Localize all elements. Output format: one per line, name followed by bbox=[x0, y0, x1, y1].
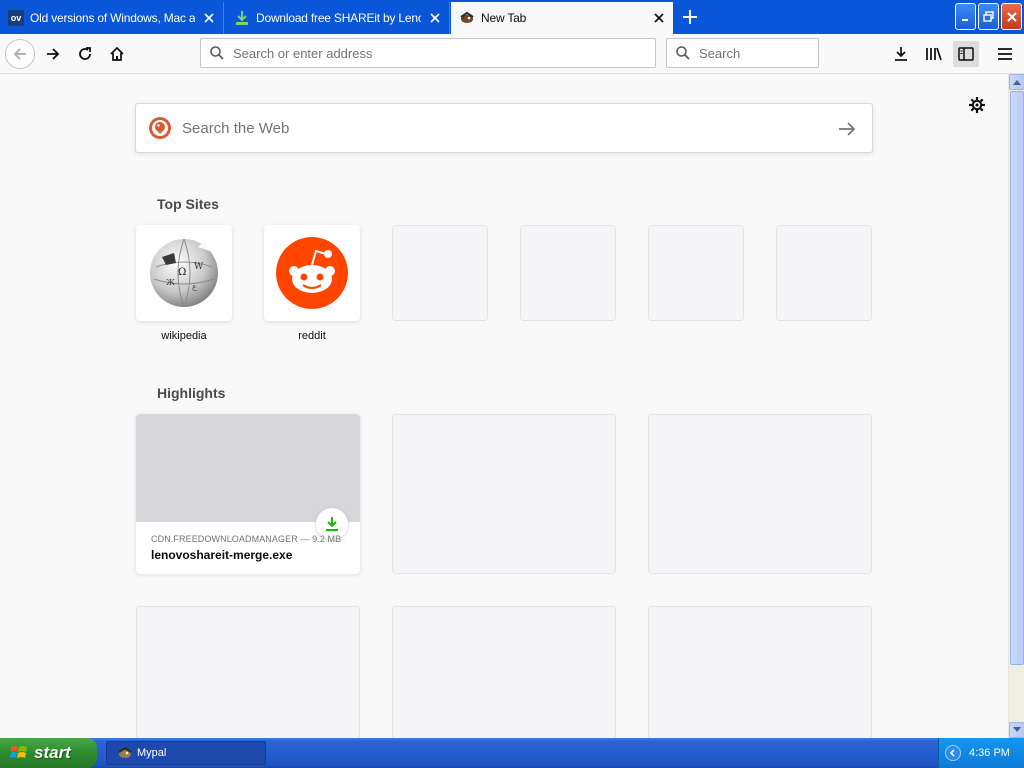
scroll-thumb[interactable] bbox=[1010, 91, 1024, 665]
close-icon[interactable] bbox=[427, 10, 443, 26]
start-label: start bbox=[34, 743, 71, 762]
tab-shareit[interactable]: Download free SHAREit by Lenovo bbox=[226, 2, 450, 34]
wikipedia-globe-icon: Ω W Ж ع bbox=[150, 238, 218, 308]
search-input[interactable] bbox=[699, 45, 809, 61]
restore-button[interactable] bbox=[978, 3, 999, 30]
library-icon bbox=[926, 47, 942, 61]
close-window-button[interactable] bbox=[1001, 3, 1022, 30]
download-favicon-icon bbox=[234, 10, 250, 26]
top-site-tile-wikipedia[interactable]: Ω W Ж ع bbox=[136, 225, 232, 321]
close-icon[interactable] bbox=[201, 10, 217, 26]
chevron-left-icon bbox=[949, 749, 955, 757]
clock[interactable]: 4:36 PM bbox=[969, 747, 1010, 759]
caret-up-icon bbox=[1013, 80, 1021, 85]
highlight-card-empty bbox=[648, 606, 872, 738]
address-bar[interactable] bbox=[200, 38, 656, 68]
new-tab-button[interactable] bbox=[676, 4, 704, 30]
search-icon bbox=[676, 46, 690, 60]
svg-text:Ω: Ω bbox=[178, 267, 186, 278]
mypal-app-icon bbox=[118, 746, 132, 758]
highlight-card-empty bbox=[648, 414, 872, 574]
forward-arrow-icon bbox=[47, 48, 60, 60]
sidebar-toggle-button[interactable] bbox=[953, 41, 979, 67]
address-input[interactable] bbox=[233, 45, 613, 61]
reddit-alien-icon bbox=[276, 237, 348, 309]
svg-text:Ж: Ж bbox=[166, 278, 175, 287]
svg-text:W: W bbox=[194, 262, 204, 272]
tab-old-versions[interactable]: ov Old versions of Windows, Mac and bbox=[0, 2, 224, 34]
ov-favicon-icon: ov bbox=[8, 10, 24, 26]
back-arrow-icon bbox=[13, 48, 26, 60]
minimize-button[interactable] bbox=[955, 3, 976, 30]
highlight-source: CDN.FREEDOWNLOADMANAGER — 9.2 MB bbox=[151, 534, 342, 544]
caret-down-icon bbox=[1013, 727, 1021, 732]
forward-button[interactable] bbox=[38, 39, 68, 69]
top-site-label[interactable]: reddit bbox=[264, 330, 360, 342]
show-hidden-icons-button[interactable] bbox=[945, 745, 961, 761]
top-site-tile-empty[interactable] bbox=[776, 225, 872, 321]
highlight-card-download[interactable]: CDN.FREEDOWNLOADMANAGER — 9.2 MB lenovos… bbox=[136, 414, 360, 574]
mypal-favicon-icon bbox=[459, 10, 475, 26]
downloads-button[interactable] bbox=[888, 41, 914, 67]
tab-title: Old versions of Windows, Mac and bbox=[30, 11, 195, 25]
highlight-card-empty bbox=[392, 414, 616, 574]
top-site-tile-empty[interactable] bbox=[648, 225, 744, 321]
highlight-card-empty bbox=[136, 606, 360, 738]
system-tray: 4:36 PM bbox=[938, 738, 1024, 768]
home-button[interactable] bbox=[102, 39, 132, 69]
top-site-tile-reddit[interactable] bbox=[264, 225, 360, 321]
duckduckgo-icon bbox=[149, 117, 171, 139]
plus-icon bbox=[683, 10, 697, 24]
back-button[interactable] bbox=[5, 39, 35, 69]
download-arrow-icon bbox=[326, 517, 338, 531]
hamburger-menu-icon bbox=[998, 48, 1012, 60]
taskbar-item-label: Mypal bbox=[137, 747, 167, 759]
search-bar[interactable] bbox=[666, 38, 819, 68]
web-search-box[interactable] bbox=[135, 103, 873, 153]
scroll-down-button[interactable] bbox=[1009, 722, 1024, 738]
tab-title: Download free SHAREit by Lenovo bbox=[256, 11, 421, 25]
window-controls bbox=[955, 3, 1022, 30]
search-submit-button[interactable] bbox=[836, 118, 858, 140]
close-icon[interactable] bbox=[651, 10, 667, 26]
download-icon bbox=[895, 47, 907, 61]
menu-button[interactable] bbox=[992, 41, 1018, 67]
highlight-title: lenovoshareit-merge.exe bbox=[151, 548, 293, 562]
start-button[interactable]: start bbox=[0, 738, 97, 768]
windows-flag-icon bbox=[10, 746, 27, 758]
svg-text:ع: ع bbox=[192, 282, 197, 291]
home-icon bbox=[110, 46, 124, 61]
navigation-toolbar bbox=[0, 34, 1024, 74]
top-site-tile-empty[interactable] bbox=[392, 225, 488, 321]
library-button[interactable] bbox=[921, 41, 947, 67]
scroll-up-button[interactable] bbox=[1009, 74, 1024, 90]
top-site-label[interactable]: wikipedia bbox=[136, 330, 232, 342]
page-settings-button[interactable] bbox=[966, 94, 988, 116]
new-tab-page: Top Sites Ω W Ж ع wikipedia bbox=[0, 74, 1008, 738]
top-site-tile-empty[interactable] bbox=[520, 225, 616, 321]
reload-button[interactable] bbox=[70, 39, 100, 69]
tab-title: New Tab bbox=[481, 11, 527, 25]
tab-new-tab[interactable]: New Tab bbox=[451, 2, 673, 34]
sidebar-icon bbox=[958, 47, 974, 61]
tab-strip: ov Old versions of Windows, Mac and Down… bbox=[0, 0, 1024, 34]
top-sites-title: Top Sites bbox=[157, 196, 219, 212]
windows-taskbar: start Mypal 4:36 PM bbox=[0, 738, 1024, 768]
gear-icon bbox=[969, 97, 985, 113]
reload-icon bbox=[79, 47, 91, 60]
vertical-scrollbar[interactable] bbox=[1008, 74, 1024, 738]
highlight-thumbnail bbox=[136, 414, 360, 522]
web-search-input[interactable] bbox=[182, 119, 822, 137]
arrow-right-icon bbox=[839, 122, 856, 136]
search-icon bbox=[210, 46, 224, 60]
taskbar-item-mypal[interactable]: Mypal bbox=[106, 741, 266, 765]
highlight-card-empty bbox=[392, 606, 616, 738]
highlights-title: Highlights bbox=[157, 385, 226, 401]
